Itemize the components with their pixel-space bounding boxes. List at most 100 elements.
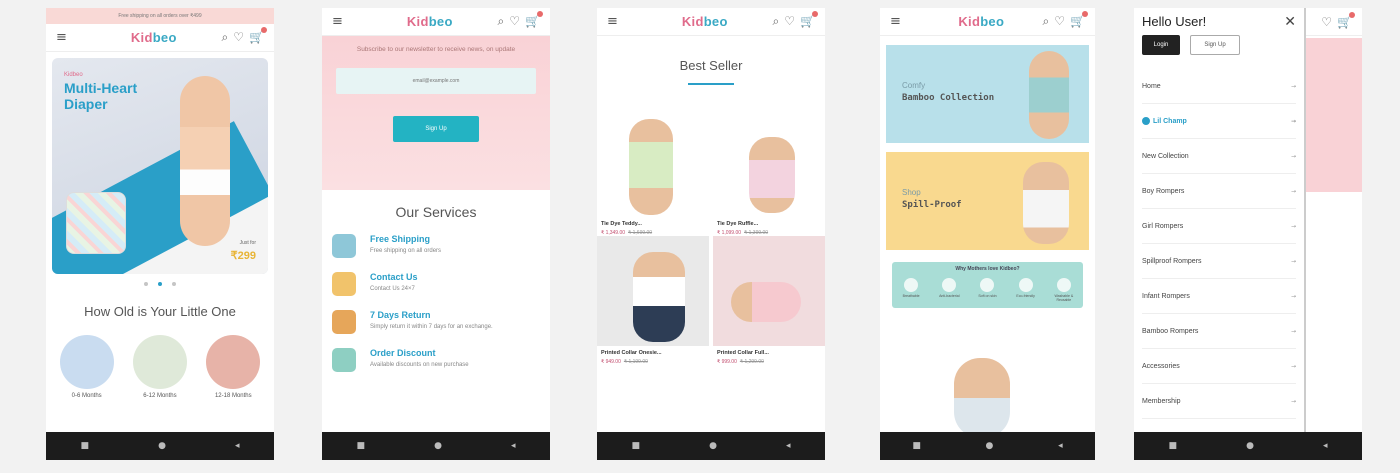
android-nav-bar: ■ ● ◂ <box>880 432 1095 460</box>
signup-button[interactable]: Sign Up <box>1190 35 1240 55</box>
age-item[interactable]: 0-6 Months <box>59 335 114 399</box>
hero-title: Multi-Heart Diaper <box>64 80 138 112</box>
age-item[interactable]: 12-18 Months <box>206 335 261 399</box>
feature-icon <box>904 278 919 292</box>
search-icon[interactable]: ⌕ <box>222 30 229 45</box>
side-menu-drawer: Hello User! ✕ Login Sign Up Home → Lil Ch… <box>1134 8 1306 432</box>
back-button[interactable]: ◂ <box>1058 441 1063 451</box>
chevron-icon: → <box>1290 152 1296 160</box>
background-newsletter <box>1306 38 1362 192</box>
home-button[interactable]: ● <box>1246 441 1254 451</box>
recents-button[interactable]: ■ <box>357 441 366 451</box>
menu-item-bamboo-rompers[interactable]: Bamboo Rompers → <box>1142 314 1296 349</box>
truck-icon <box>332 234 356 258</box>
home-button[interactable]: ● <box>158 441 166 451</box>
recents-button[interactable]: ■ <box>1169 441 1178 451</box>
recents-button[interactable]: ■ <box>912 441 921 451</box>
kidbeo-logo[interactable]: Kidbeo <box>131 30 177 45</box>
search-icon[interactable]: ⌕ <box>498 14 505 29</box>
title-underline <box>688 83 734 85</box>
hero-brand: Kidbeo <box>64 72 83 78</box>
heart-icon[interactable]: ♡ <box>1054 14 1065 29</box>
carousel-dots[interactable] <box>46 282 274 286</box>
close-icon[interactable]: ✕ <box>1284 14 1296 30</box>
heart-icon[interactable]: ♡ <box>509 14 520 29</box>
chevron-icon: → <box>1290 222 1296 230</box>
product-card[interactable]: Printed Collar Onesie... ₹ 949.00 ₹ 1,199… <box>597 236 709 365</box>
chevron-icon: → <box>1290 187 1296 195</box>
diaper-image <box>66 192 126 254</box>
feature-icon <box>942 278 957 292</box>
age-list: 0-6 Months 6-12 Months 12-18 Months <box>46 335 274 399</box>
spill-proof-banner[interactable]: Shop Spill-Proof <box>886 152 1089 250</box>
menu-item-lil-champ[interactable]: Lil Champ → <box>1142 104 1296 139</box>
return-box-icon <box>332 310 356 334</box>
app-header: ≡ Kidbeo ⌕ ♡ 🛒 <box>322 8 550 36</box>
feature-icon <box>1056 278 1071 292</box>
newsletter-text: Subscribe to our newsletter to receive n… <box>356 46 516 53</box>
product-card[interactable]: Printed Collar Full... ₹ 999.00 ₹ 1,299.0… <box>713 236 825 365</box>
menu-item-membership[interactable]: Membership → <box>1142 384 1296 419</box>
heart-icon[interactable]: ♡ <box>233 30 244 45</box>
cart-badge <box>261 27 267 33</box>
recents-button[interactable]: ■ <box>81 441 90 451</box>
product-card[interactable]: Tie Dye Teddy... ₹ 1,349.00 ₹ 1,699.00 <box>597 107 709 236</box>
app-header: ≡ Kidbeo ⌕ ♡ 🛒 <box>597 8 825 36</box>
menu-item-new-collection[interactable]: New Collection → <box>1142 139 1296 174</box>
heart-icon[interactable]: ♡ <box>1321 15 1332 29</box>
kidbeo-logo[interactable]: Kidbeo <box>958 14 1004 29</box>
product-image <box>713 107 825 217</box>
promo-bar: Free shipping on all orders over ₹499 <box>46 8 274 24</box>
heart-icon[interactable]: ♡ <box>784 14 795 29</box>
screen-collections: ≡ Kidbeo ⌕ ♡ 🛒 Comfy Bamboo Collection Sho… <box>880 8 1095 460</box>
age-avatar <box>206 335 261 389</box>
app-header: ≡ Kidbeo ⌕ ♡ 🛒 <box>46 24 274 52</box>
baby-image <box>180 76 230 246</box>
recents-button[interactable]: ■ <box>632 441 641 451</box>
back-button[interactable]: ◂ <box>786 441 791 451</box>
menu-icon[interactable]: ≡ <box>890 14 920 29</box>
menu-icon[interactable]: ≡ <box>607 14 637 29</box>
service-item: 7 Days Return Simply return it within 7 d… <box>322 310 550 334</box>
login-button[interactable]: Login <box>1142 35 1180 55</box>
hero-price: Just for ₹299 <box>230 240 256 262</box>
kidbeo-logo[interactable]: Kidbeo <box>682 14 728 29</box>
bamboo-collection-banner[interactable]: Comfy Bamboo Collection <box>886 45 1089 143</box>
newsletter-section: Subscribe to our newsletter to receive n… <box>322 36 550 190</box>
hero-banner[interactable]: Kidbeo Multi-Heart Diaper Just for ₹299 <box>52 58 268 274</box>
search-icon[interactable]: ⌕ <box>1043 14 1050 29</box>
back-button[interactable]: ◂ <box>235 441 240 451</box>
chevron-icon: → <box>1290 257 1296 265</box>
android-nav-bar: ■ ● ◂ <box>597 432 825 460</box>
home-button[interactable]: ● <box>709 441 717 451</box>
menu-item-home[interactable]: Home → <box>1142 69 1296 104</box>
newsletter-signup-button[interactable]: Sign Up <box>393 116 479 142</box>
menu-icon[interactable]: ≡ <box>332 14 362 29</box>
menu-item-boy-rompers[interactable]: Boy Rompers → <box>1142 174 1296 209</box>
chevron-icon: → <box>1290 327 1296 335</box>
android-nav-bar: ■ ● ◂ <box>322 432 550 460</box>
home-button[interactable]: ● <box>434 441 442 451</box>
feature-icon <box>1018 278 1033 292</box>
service-item: Contact Us Contact Us 24×7 <box>322 272 550 296</box>
menu-item-infant-rompers[interactable]: Infant Rompers → <box>1142 279 1296 314</box>
home-button[interactable]: ● <box>986 441 994 451</box>
screen-side-menu: ♡ 🛒 Hello User! ✕ Login Sign Up Home → Lil… <box>1134 8 1362 460</box>
product-image <box>597 107 709 217</box>
kidbeo-logo[interactable]: Kidbeo <box>407 14 453 29</box>
menu-item-accessories[interactable]: Accessories → <box>1142 349 1296 384</box>
search-icon[interactable]: ⌕ <box>773 14 780 29</box>
back-button[interactable]: ◂ <box>1323 441 1328 451</box>
why-mothers-love-section: Why Mothers love Kidbeo? Breathable Anti… <box>892 262 1083 308</box>
back-button[interactable]: ◂ <box>511 441 516 451</box>
age-item[interactable]: 6-12 Months <box>132 335 187 399</box>
menu-item-spillproof-rompers[interactable]: Spillproof Rompers → <box>1142 244 1296 279</box>
service-item: Order Discount Available discounts on new… <box>322 348 550 372</box>
menu-icon[interactable]: ≡ <box>56 30 86 45</box>
best-seller-title: Best Seller <box>679 58 743 73</box>
menu-item-girl-rompers[interactable]: Girl Rompers → <box>1142 209 1296 244</box>
product-card[interactable]: Tie Dye Ruffle... ₹ 1,099.00 ₹ 1,399.00 <box>713 107 825 236</box>
email-input[interactable] <box>336 68 536 94</box>
section-title: How Old is Your Little One <box>84 304 236 319</box>
cart-badge <box>1082 11 1088 17</box>
